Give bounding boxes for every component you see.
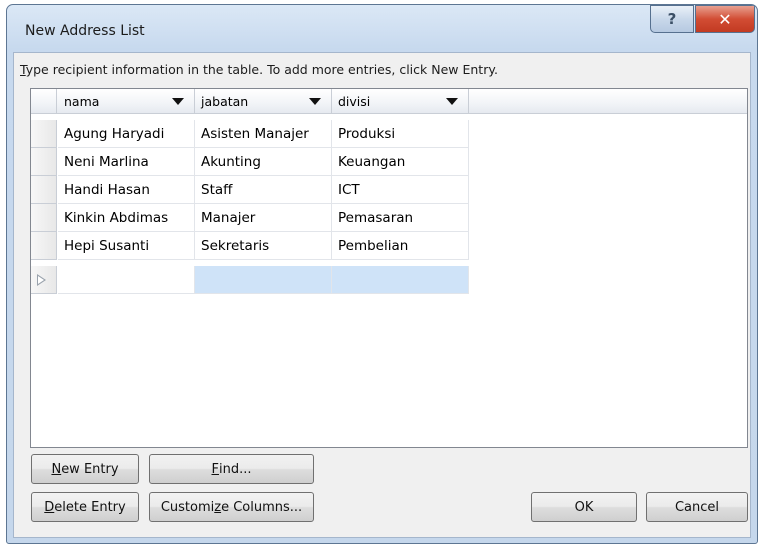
dropdown-arrow-icon[interactable]: [172, 98, 184, 105]
help-icon: ?: [667, 10, 677, 28]
cell-jabatan[interactable]: Sekretaris: [195, 232, 332, 260]
cell-jabatan[interactable]: Asisten Manajer: [195, 120, 332, 148]
row-selector[interactable]: [31, 232, 57, 260]
cell-nama[interactable]: Hepi Susanti: [58, 232, 195, 260]
row-selector[interactable]: [31, 204, 57, 232]
cell-divisi[interactable]: Pemasaran: [332, 204, 469, 232]
table-header: nama jabatan divisi: [31, 89, 747, 114]
row-selector[interactable]: [31, 120, 57, 148]
find-button[interactable]: Find...: [149, 454, 314, 484]
cancel-button[interactable]: Cancel: [646, 492, 748, 522]
cell-jabatan[interactable]: Manajer: [195, 204, 332, 232]
table-row[interactable]: Hepi Susanti Sekretaris Pembelian: [31, 232, 469, 260]
cell-nama[interactable]: Agung Haryadi: [58, 120, 195, 148]
cell-nama[interactable]: [58, 266, 195, 294]
cell-nama[interactable]: Kinkin Abdimas: [58, 204, 195, 232]
current-row-arrow-icon: [37, 274, 46, 286]
ok-button[interactable]: OK: [531, 492, 637, 522]
close-icon: ✕: [718, 9, 732, 29]
new-entry-row[interactable]: [31, 266, 469, 294]
cell-divisi[interactable]: Keuangan: [332, 148, 469, 176]
instruction-text: Type recipient information in the table.…: [20, 62, 498, 77]
cell-divisi[interactable]: Produksi: [332, 120, 469, 148]
new-entry-button[interactable]: New Entry: [31, 454, 139, 484]
row-selector[interactable]: [31, 266, 57, 294]
dialog-title: New Address List: [25, 23, 145, 39]
table-row[interactable]: Agung Haryadi Asisten Manajer Produksi: [31, 120, 469, 148]
cell-divisi[interactable]: [332, 266, 469, 294]
dropdown-arrow-icon[interactable]: [446, 98, 458, 105]
row-selector[interactable]: [31, 148, 57, 176]
table-row[interactable]: Kinkin Abdimas Manajer Pemasaran: [31, 204, 469, 232]
dropdown-arrow-icon[interactable]: [309, 98, 321, 105]
close-button[interactable]: ✕: [695, 5, 755, 33]
address-table[interactable]: nama jabatan divisi Agung Haryadi Asiste…: [30, 88, 748, 448]
header-corner[interactable]: [31, 89, 57, 113]
cell-jabatan[interactable]: Akunting: [195, 148, 332, 176]
cell-jabatan[interactable]: [195, 266, 332, 294]
cell-nama[interactable]: Neni Marlina: [58, 148, 195, 176]
column-header-divisi[interactable]: divisi: [332, 89, 469, 113]
table-row[interactable]: Neni Marlina Akunting Keuangan: [31, 148, 469, 176]
help-button[interactable]: ?: [650, 5, 694, 33]
cell-divisi[interactable]: ICT: [332, 176, 469, 204]
row-selector[interactable]: [31, 176, 57, 204]
cell-divisi[interactable]: Pembelian: [332, 232, 469, 260]
column-header-jabatan[interactable]: jabatan: [195, 89, 332, 113]
table-row[interactable]: Handi Hasan Staff ICT: [31, 176, 469, 204]
title-bar[interactable]: New Address List ? ✕: [7, 5, 757, 49]
delete-entry-button[interactable]: Delete Entry: [31, 492, 139, 522]
customize-columns-button[interactable]: Customi z e Columns...: [149, 492, 314, 522]
column-header-nama[interactable]: nama: [58, 89, 195, 113]
cell-nama[interactable]: Handi Hasan: [58, 176, 195, 204]
cell-jabatan[interactable]: Staff: [195, 176, 332, 204]
